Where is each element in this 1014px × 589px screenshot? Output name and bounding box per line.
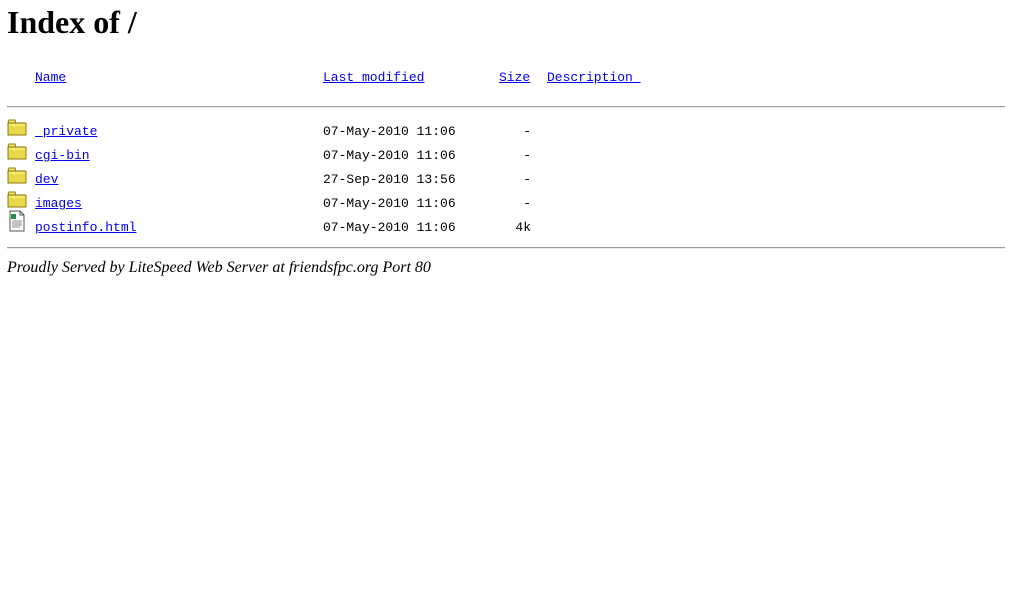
page-title: Index of / [7,4,137,40]
list-item: cgi-bin 07-May-2010 11:06 - [0,143,1014,168]
folder-icon [7,143,27,166]
entry-last-modified: 07-May-2010 11:06 [323,124,456,139]
server-signature: Proudly Served by LiteSpeed Web Server a… [7,259,431,276]
list-item: _private 07-May-2010 11:06 - [0,119,1014,144]
entry-size: - [523,148,531,163]
entry-last-modified: 27-Sep-2010 13:56 [323,172,456,187]
list-item: dev 27-Sep-2010 13:56 - [0,167,1014,192]
column-header-name[interactable]: Name [35,70,66,86]
folder-icon [7,119,27,142]
footer-divider [7,247,1005,249]
header-divider [7,106,1005,108]
folder-icon [7,167,27,190]
entry-last-modified: 07-May-2010 11:06 [323,220,456,235]
list-item: images 07-May-2010 11:06 - [0,191,1014,216]
entry-link[interactable]: cgi-bin [35,148,90,164]
column-header-description[interactable]: Description [547,70,641,86]
entry-last-modified: 07-May-2010 11:06 [323,148,456,163]
entry-size: - [523,172,531,187]
entry-link[interactable]: dev [35,172,58,188]
entry-size: - [523,196,531,211]
list-item: postinfo.html 07-May-2010 11:06 4k [0,210,1014,240]
column-header-last-modified[interactable]: Last modified [323,70,424,86]
entry-link[interactable]: postinfo.html [35,220,136,236]
column-header-size[interactable]: Size [499,70,530,86]
document-icon [9,210,25,237]
entry-size: - [523,124,531,139]
entry-link[interactable]: _private [35,124,97,140]
entry-last-modified: 07-May-2010 11:06 [323,196,456,211]
entry-link[interactable]: images [35,196,82,212]
entry-size: 4k [515,220,531,235]
